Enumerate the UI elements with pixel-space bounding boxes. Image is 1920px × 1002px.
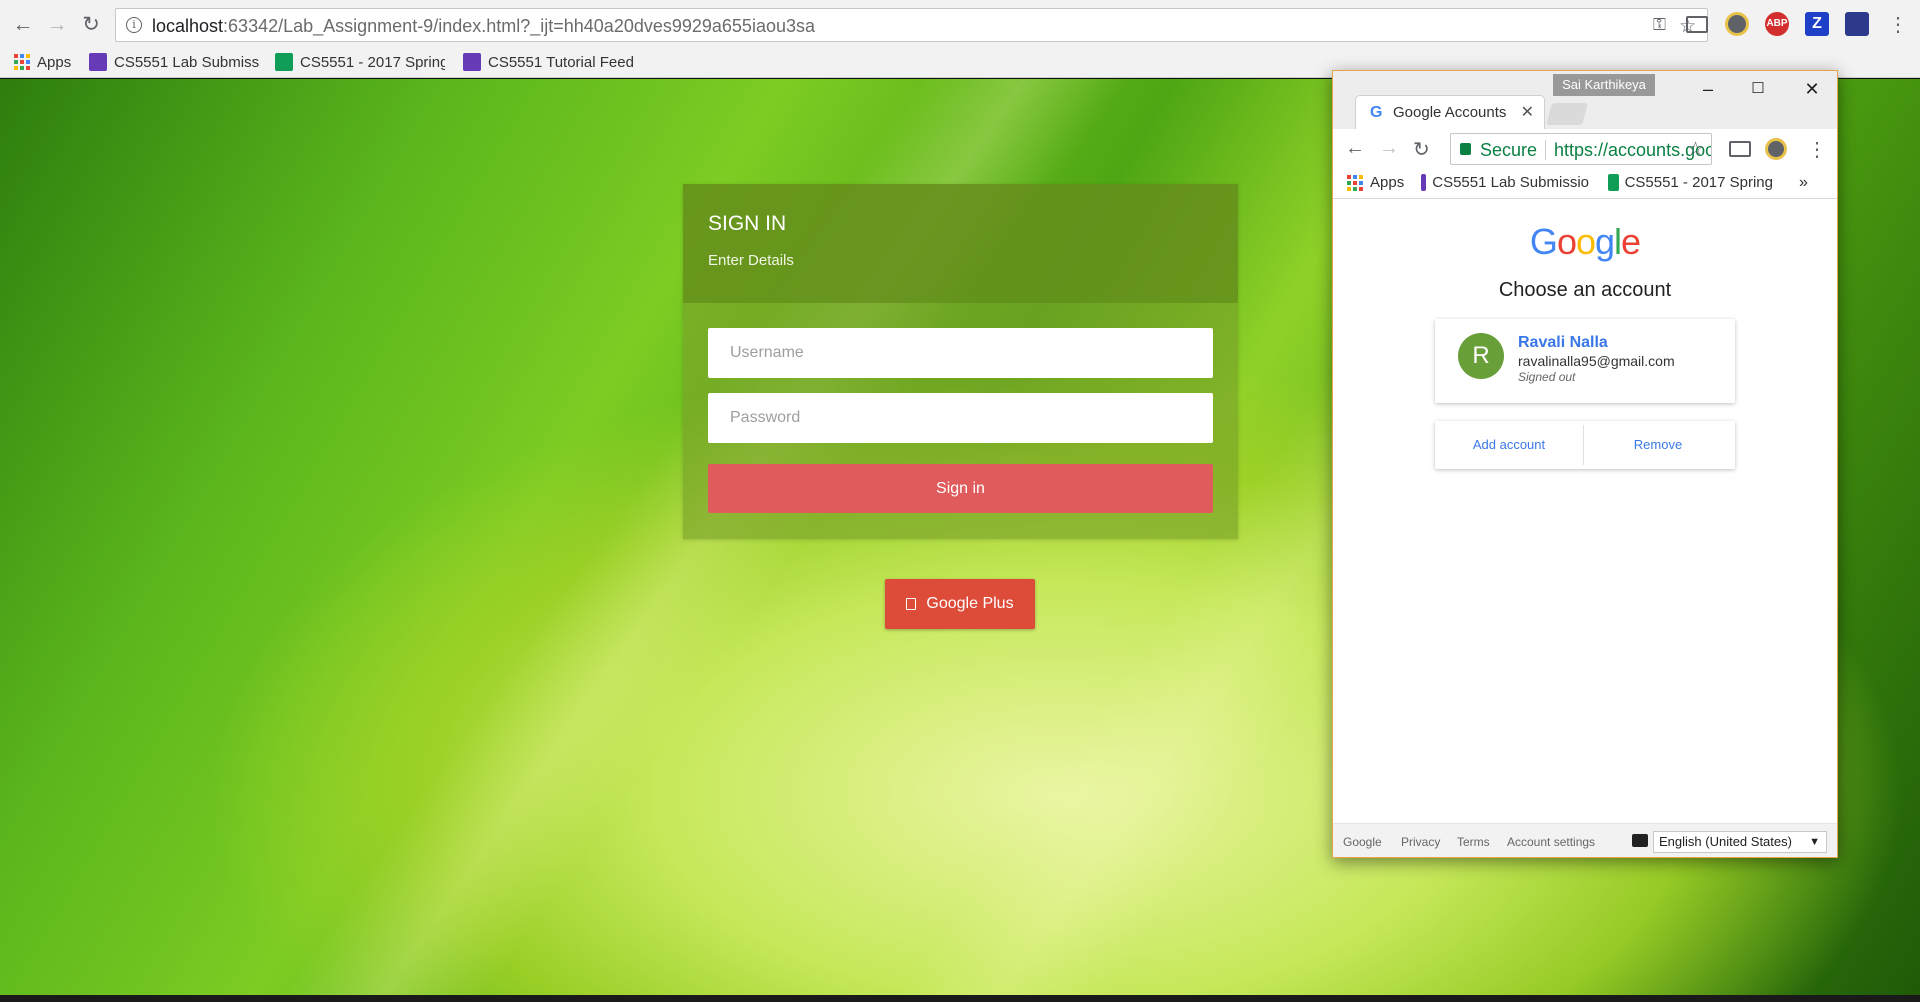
key-icon[interactable]: ⚿ [1653,15,1666,35]
google-plus-icon [906,598,917,610]
bookmark-tutorial-feedback[interactable]: CS5551 Tutorial Feedb [463,50,633,74]
profile-badge[interactable]: Sai Karthikeya [1553,74,1655,96]
tab-google-accounts[interactable]: G Google Accounts ✕ [1355,95,1545,129]
shield-extension-icon[interactable] [1765,138,1787,160]
bookmark-label: Apps [1370,174,1405,191]
bookmark-label: CS5551 - 2017 Spring [300,53,445,71]
green-sheet-icon [1608,174,1619,191]
bookmark-label: CS5551 Tutorial Feedb [488,53,633,71]
info-icon[interactable]: i [126,17,142,33]
account-card[interactable]: R Ravali Nalla ravalinalla95@gmail.com S… [1435,319,1735,403]
reload-icon[interactable]: ↻ [1413,137,1430,162]
signin-button[interactable]: Sign in [708,464,1213,513]
tab-close-icon[interactable]: ✕ [1521,102,1534,122]
username-input[interactable] [708,328,1213,378]
language-icon [1632,834,1648,847]
signin-title: SIGN IN [708,212,787,235]
browser-chrome: ← → ↻ i localhost:63342/Lab_Assignment-9… [0,0,1920,78]
secure-label: Secure [1480,140,1538,160]
signin-card-header: SIGN IN Enter Details [683,184,1238,303]
bookmark-lab-submission[interactable]: CS5551 Lab Submissio [89,50,259,74]
lock-icon [1460,143,1471,155]
popup-toolbar: ← → ↻ Secure https://accounts.google.com… [1333,129,1837,169]
address-url: localhost:63342/Lab_Assignment-9/index.h… [152,16,815,37]
cast-icon[interactable] [1686,16,1708,33]
green-sheet-icon [275,53,293,71]
account-status: Signed out [1518,370,1576,384]
footer-link-privacy[interactable]: Privacy [1401,835,1440,849]
popup-titlebar[interactable]: Sai Karthikeya – ☐ ✕ G Google Accounts ✕ [1333,71,1837,129]
bookmark-label: Apps [37,53,72,71]
apps-grid-icon [1347,174,1363,191]
signin-subtitle: Enter Details [708,252,794,269]
purple-form-icon [1421,174,1427,191]
language-select[interactable]: English (United States) ▼ [1653,831,1827,853]
apps-grid-icon [14,54,30,70]
maximize-icon[interactable]: ☐ [1735,77,1781,101]
footer-link-terms[interactable]: Terms [1457,835,1490,849]
bookmark-spring-sheet[interactable]: CS5551 - 2017 Spring [275,50,445,74]
popup-bookmarks-bar: Apps CS5551 Lab Submissio CS5551 - 2017 … [1333,169,1837,199]
avatar: R [1458,333,1504,379]
z-extension-icon[interactable]: Z [1805,12,1829,36]
address-bar[interactable]: i localhost:63342/Lab_Assignment-9/index… [115,8,1708,42]
signin-card: SIGN IN Enter Details Sign in [683,184,1238,539]
url-host: localhost [152,16,224,36]
language-value: English (United States) [1659,834,1792,849]
account-actions: Add account Remove [1435,421,1735,469]
bookmark-label: CS5551 - 2017 Spring [1624,174,1773,191]
google-plus-button[interactable]: Google Plus [885,579,1035,629]
footer-link-google[interactable]: Google [1343,835,1382,849]
new-tab-button[interactable] [1546,103,1588,125]
account-name: Ravali Nalla [1518,334,1608,351]
dropdown-arrow-icon: ▼ [1809,836,1820,848]
google-plus-label: Google Plus [926,595,1014,612]
abp-icon[interactable]: ABP [1765,12,1789,36]
url-path: :63342/Lab_Assignment-9/index.html?_ijt=… [223,16,815,36]
bookmark-apps[interactable]: Apps [14,50,71,74]
google-logo: Google [1529,221,1641,262]
menu-icon[interactable]: ⋮ [1807,137,1827,162]
flag-extension-icon[interactable] [1845,12,1869,36]
bookmark-apps[interactable]: Apps [1347,174,1404,191]
footer-link-account-settings[interactable]: Account settings [1507,835,1595,849]
purple-form-icon [89,53,107,71]
cast-icon[interactable] [1729,141,1751,157]
minimize-icon[interactable]: – [1685,77,1731,101]
bookmark-spring-sheet[interactable]: CS5551 - 2017 Spring [1608,174,1773,191]
remove-button[interactable]: Remove [1584,421,1732,469]
menu-icon[interactable]: ⋮ [1885,12,1911,38]
taskbar-strip [0,995,1920,1002]
account-email: ravalinalla95@gmail.com [1518,353,1675,369]
add-account-button[interactable]: Add account [1435,421,1583,469]
bookmark-label: CS5551 Lab Submissio [1432,174,1589,191]
omnibox-separator [1545,140,1546,160]
close-window-icon[interactable]: ✕ [1789,77,1835,101]
forward-icon[interactable]: → [44,12,70,38]
bookmark-star-icon[interactable]: ☆ [1687,138,1704,161]
purple-form-icon [463,53,481,71]
google-accounts-popup: Sai Karthikeya – ☐ ✕ G Google Accounts ✕… [1332,70,1838,858]
bookmark-label: CS5551 Lab Submissio [114,53,259,71]
back-icon[interactable]: ← [1345,137,1365,160]
popup-address-bar[interactable]: Secure https://accounts.google.com ☆ [1450,133,1712,165]
popup-footer: Google Privacy Terms Account settings En… [1333,823,1837,857]
google-g-icon: G [1370,104,1383,121]
choose-account-heading: Choose an account [1498,279,1672,301]
forward-icon[interactable]: → [1379,137,1399,160]
reload-icon[interactable]: ↻ [78,12,104,38]
password-input[interactable] [708,393,1213,443]
bookmark-lab-submission[interactable]: CS5551 Lab Submissio [1421,174,1589,191]
back-icon[interactable]: ← [10,12,36,38]
tab-title: Google Accounts [1393,104,1507,121]
shield-extension-icon[interactable] [1725,12,1749,36]
bookmarks-overflow-button[interactable]: » [1799,174,1808,192]
